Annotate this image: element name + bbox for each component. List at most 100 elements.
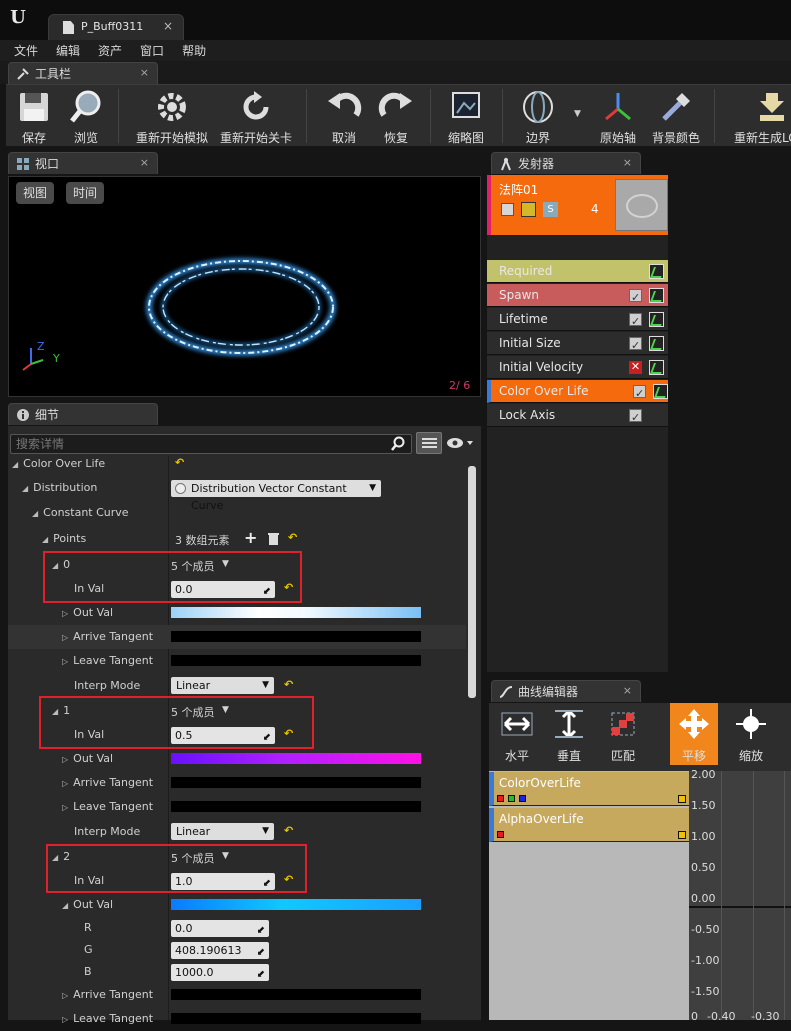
module-color-over-life[interactable]: Color Over Life [487, 380, 668, 405]
spin-arrows-icon[interactable]: ⬋ [257, 966, 265, 983]
arrive-tangent-swatch[interactable] [171, 631, 421, 642]
module-required[interactable]: Required [487, 260, 668, 283]
spin-arrows-icon[interactable]: ⬋ [257, 944, 265, 961]
emitter-header[interactable]: 法阵01 S 4 [487, 175, 668, 235]
curve-editor-tab[interactable]: 曲线编辑器 × [491, 680, 641, 702]
interp-mode-dropdown[interactable]: Linear ▼ [171, 677, 274, 694]
leave-tangent-swatch[interactable] [171, 655, 421, 666]
reset-icon[interactable]: ↶ [288, 531, 297, 544]
view-button[interactable]: 视图 [16, 182, 55, 204]
reset-icon[interactable]: ↶ [175, 456, 184, 469]
details-scrollbar[interactable] [468, 466, 476, 698]
emitter-solo-button[interactable]: S [543, 202, 558, 217]
restart-level-button[interactable]: 重新开始关卡 [216, 85, 296, 147]
zoom-button[interactable]: 缩放 [729, 703, 773, 765]
curve-toggle-icon[interactable] [649, 360, 664, 375]
curve-item-color-over-life[interactable]: ColorOverLife [489, 772, 689, 806]
leave-tangent-swatch[interactable] [171, 801, 421, 812]
expand-arrow-icon[interactable]: ▷ [62, 657, 68, 666]
details-search-input[interactable]: 搜索详情 [10, 434, 412, 454]
redo-button[interactable]: 恢复 [370, 85, 422, 147]
pan-button[interactable]: 平移 [670, 703, 718, 765]
origin-axis-button[interactable]: 原始轴 [592, 85, 644, 147]
module-enable-checkbox[interactable] [629, 335, 642, 357]
menu-help[interactable]: 帮助 [182, 42, 206, 59]
out-val-color-swatch[interactable] [171, 899, 421, 910]
out-val-color-swatch[interactable] [171, 607, 421, 618]
browse-button[interactable]: 浏览 [60, 85, 112, 147]
menu-assets[interactable]: 资产 [98, 42, 122, 59]
list-view-button[interactable] [416, 432, 442, 454]
module-enable-checkbox[interactable] [629, 311, 642, 333]
regen-lod-button[interactable]: 重新生成LOD [722, 85, 791, 147]
eye-icon[interactable] [446, 437, 474, 449]
emitters-tab[interactable]: 发射器 × [491, 152, 641, 174]
curve-item-alpha-over-life[interactable]: AlphaOverLife [489, 808, 689, 842]
r-input[interactable]: 0.0 ⬋ [171, 920, 269, 937]
trash-icon[interactable] [268, 532, 279, 545]
fit-vertical-button[interactable]: 垂直 [549, 703, 589, 765]
module-lock-axis[interactable]: Lock Axis [487, 404, 668, 429]
channel-r-toggle[interactable] [497, 795, 504, 802]
thumbnail-button[interactable]: 缩略图 [436, 85, 496, 147]
distribution-type-dropdown[interactable]: Distribution Vector Constant Curve ▼ [171, 480, 381, 512]
curve-graph[interactable]: 2.00 1.50 1.00 0.50 0.00 -0.50 -1.00 -1.… [689, 768, 791, 1023]
interp-mode-dropdown[interactable]: Linear ▼ [171, 823, 274, 840]
document-tab[interactable]: P_Buff0311 × [48, 14, 184, 40]
reset-icon[interactable]: ↶ [284, 824, 293, 837]
expand-arrow-icon[interactable]: ◢ [12, 460, 18, 469]
expand-arrow-icon[interactable]: ▷ [62, 755, 68, 764]
undo-button[interactable]: 取消 [318, 85, 370, 147]
curve-toggle-icon[interactable] [649, 288, 664, 303]
expand-arrow-icon[interactable]: ◢ [62, 901, 68, 910]
expand-arrow-icon[interactable]: ▷ [62, 803, 68, 812]
expand-arrow-icon[interactable]: ◢ [42, 535, 48, 544]
b-input[interactable]: 1000.0 ⬋ [171, 964, 269, 981]
channel-g-toggle[interactable] [508, 795, 515, 802]
expand-arrow-icon[interactable]: ◢ [32, 509, 38, 518]
menu-file[interactable]: 文件 [14, 42, 38, 59]
details-tab[interactable]: 细节 [8, 403, 158, 425]
module-disabled-icon[interactable]: ✕ [629, 361, 642, 374]
close-panel-icon[interactable]: × [623, 684, 632, 697]
viewport-tab[interactable]: 视口 × [8, 152, 158, 174]
emitter-render-mode-icon[interactable] [521, 202, 536, 217]
bounds-button[interactable]: 边界 [510, 85, 566, 147]
arrive-tangent-swatch[interactable] [171, 989, 421, 1000]
close-panel-icon[interactable]: × [140, 66, 149, 79]
close-panel-icon[interactable]: × [623, 156, 632, 169]
reset-icon[interactable]: ↶ [284, 678, 293, 691]
fit-horizontal-button[interactable]: 水平 [497, 703, 537, 765]
module-enable-checkbox[interactable] [629, 407, 642, 429]
expand-arrow-icon[interactable]: ▷ [62, 779, 68, 788]
leave-tangent-swatch[interactable] [171, 1013, 421, 1024]
bounds-dropdown-icon[interactable]: ▼ [574, 109, 581, 119]
curve-visibility-toggle[interactable] [678, 795, 686, 803]
add-element-icon[interactable]: + [244, 528, 257, 547]
curve-visibility-toggle[interactable] [678, 831, 686, 839]
channel-r-toggle[interactable] [497, 831, 504, 838]
channel-b-toggle[interactable] [519, 795, 526, 802]
viewport[interactable]: 视图 时间 Z Y 2/ 6 [8, 176, 481, 397]
restart-sim-button[interactable]: 重新开始模拟 [132, 85, 212, 147]
expand-arrow-icon[interactable]: ▷ [62, 633, 68, 642]
arrive-tangent-swatch[interactable] [171, 777, 421, 788]
expand-arrow-icon[interactable]: ▷ [62, 609, 68, 618]
module-enable-checkbox[interactable] [629, 287, 642, 309]
curve-toggle-icon[interactable] [649, 264, 664, 279]
out-val-color-swatch[interactable] [171, 753, 421, 764]
bg-color-button[interactable]: 背景颜色 [646, 85, 706, 147]
curve-toggle-icon[interactable] [653, 384, 668, 399]
module-enable-checkbox[interactable] [633, 383, 646, 405]
spin-arrows-icon[interactable]: ⬋ [257, 922, 265, 939]
color-over-life-row[interactable]: ◢ Color Over Life ↶ [8, 452, 466, 476]
emitter-enable-checkbox[interactable] [501, 203, 514, 216]
time-button[interactable]: 时间 [66, 182, 105, 204]
module-spawn[interactable]: Spawn [487, 284, 668, 309]
expand-arrow-icon[interactable]: ▷ [62, 991, 68, 1000]
close-panel-icon[interactable]: × [140, 156, 149, 169]
g-input[interactable]: 408.190613 ⬋ [171, 942, 269, 959]
menu-window[interactable]: 窗口 [140, 42, 164, 59]
close-tab-icon[interactable]: × [163, 19, 173, 33]
expand-arrow-icon[interactable]: ◢ [22, 484, 28, 493]
